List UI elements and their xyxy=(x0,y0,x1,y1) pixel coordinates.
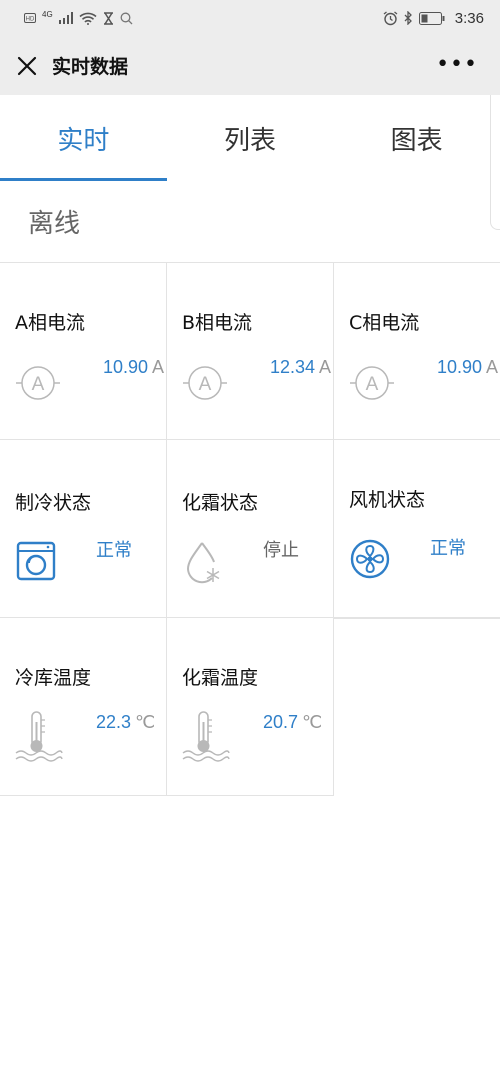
card-label: 冷库温度 xyxy=(15,667,92,689)
card-cooling-status[interactable]: 制冷状态 正常 xyxy=(0,440,167,618)
card-phase-c-current[interactable]: C相电流 A 10.90 A xyxy=(334,262,500,440)
tab-realtime[interactable]: 实时 xyxy=(0,95,167,182)
value-unit: ℃ xyxy=(135,712,156,732)
svg-text:A: A xyxy=(199,374,212,395)
status-bar-right: 3:36 xyxy=(383,10,484,27)
card-phase-a-current[interactable]: A相电流 A 10.90 A xyxy=(0,262,167,440)
card-defrost-status[interactable]: 化霜状态 停止 xyxy=(167,440,334,618)
thermometer-icon xyxy=(182,708,230,768)
card-value: 正常 xyxy=(430,538,466,558)
value-unit: A xyxy=(485,357,498,377)
value-unit: A xyxy=(151,357,164,377)
svg-text:A: A xyxy=(366,374,379,395)
scroll-edge xyxy=(490,95,500,230)
alarm-icon xyxy=(383,10,398,26)
clock-time: 3:36 xyxy=(454,9,484,27)
hourglass-icon xyxy=(103,11,114,25)
value-number: 10.90 xyxy=(436,357,482,377)
value-number: 20.7 xyxy=(263,712,299,732)
compressor-icon xyxy=(15,540,57,586)
card-value: 10.90 A xyxy=(437,357,498,378)
nav-bar: 实时数据 ••• xyxy=(0,36,500,95)
card-fan-status[interactable]: 风机状态 正常 xyxy=(334,440,500,618)
value-unit: A xyxy=(318,357,331,377)
thermometer-icon xyxy=(15,708,63,768)
card-value: 10.90 A xyxy=(103,357,164,378)
card-label: 制冷状态 xyxy=(15,492,92,514)
card-label: C相电流 xyxy=(349,312,420,334)
svg-text:A: A xyxy=(32,374,45,395)
status-bar: HD 4G 3:36 xyxy=(0,0,500,36)
card-value: 12.34 A xyxy=(270,357,331,378)
card-phase-b-current[interactable]: B相电流 A 12.34 A xyxy=(167,262,334,440)
ammeter-icon: A xyxy=(182,363,228,407)
card-value: 20.7 ℃ xyxy=(263,712,322,733)
card-value: 正常 xyxy=(96,540,132,560)
card-defrost-temperature[interactable]: 化霜温度 20.7 ℃ xyxy=(167,618,334,796)
wifi-icon xyxy=(79,12,97,25)
svg-text:HD: HD xyxy=(26,17,35,23)
tab-chart[interactable]: 图表 xyxy=(333,95,500,182)
defrost-drop-icon xyxy=(182,540,224,590)
page-title: 实时数据 xyxy=(52,56,129,78)
value-number: 22.3 xyxy=(96,712,132,732)
bluetooth-icon xyxy=(404,11,413,25)
signal-icon xyxy=(58,12,73,24)
card-label: A相电流 xyxy=(15,312,85,334)
network-type-label: 4G xyxy=(42,9,53,19)
connection-status: 离线 xyxy=(28,209,81,239)
status-bar-left: HD 4G xyxy=(24,9,133,25)
ammeter-icon: A xyxy=(349,363,395,407)
value-number: 10.90 xyxy=(102,357,148,377)
card-label: 风机状态 xyxy=(349,489,426,511)
tab-bar: 实时 列表 图表 xyxy=(0,95,500,182)
active-tab-indicator xyxy=(0,178,167,181)
hd-icon: HD xyxy=(24,13,36,23)
card-label: B相电流 xyxy=(182,312,253,334)
more-options-icon[interactable]: ••• xyxy=(436,54,478,76)
card-value: 停止 xyxy=(263,540,299,560)
battery-icon xyxy=(418,11,445,25)
card-label: 化霜温度 xyxy=(182,667,259,689)
card-label: 化霜状态 xyxy=(182,492,259,514)
value-number: 12.34 xyxy=(269,357,315,377)
fan-icon xyxy=(349,538,391,584)
empty-card-slot xyxy=(334,618,500,796)
data-card-grid: A相电流 A 10.90 A B相电流 A 12.34 A C相电流 A 10.90… xyxy=(0,262,500,796)
value-unit: ℃ xyxy=(302,712,323,732)
tab-list[interactable]: 列表 xyxy=(167,95,334,182)
ammeter-icon: A xyxy=(15,363,61,407)
card-cold-storage-temperature[interactable]: 冷库温度 22.3 ℃ xyxy=(0,618,167,796)
close-icon[interactable] xyxy=(16,55,38,77)
card-value: 22.3 ℃ xyxy=(96,712,155,733)
search-icon xyxy=(120,12,133,25)
